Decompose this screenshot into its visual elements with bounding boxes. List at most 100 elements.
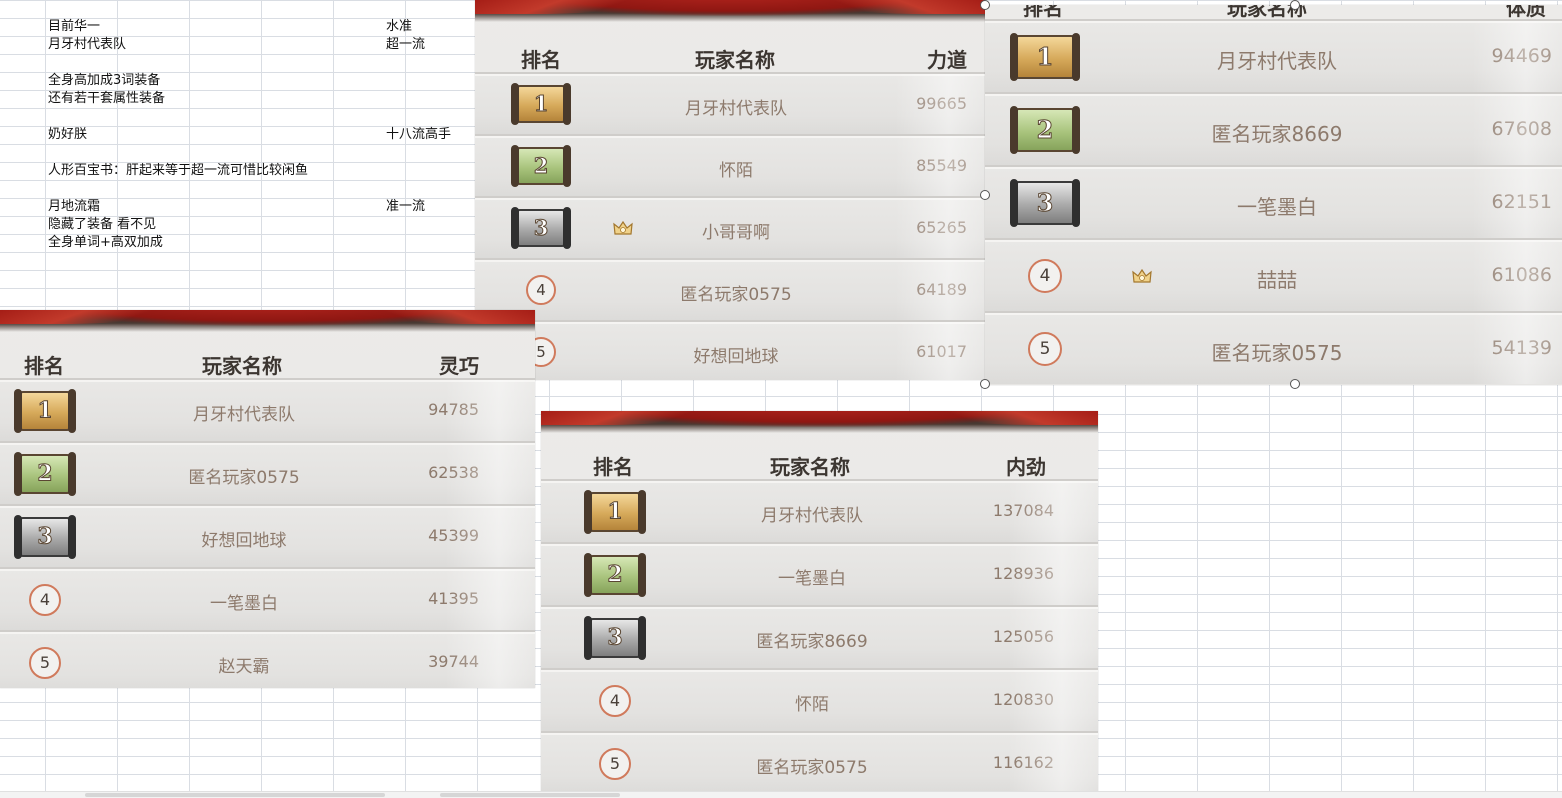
strength-leaderboard: 排名 玩家名称 力道 1 月牙村代表队 99665 2 怀陌 85549 3 小哥哥啊 6526…: [475, 0, 985, 380]
leaderboard-row[interactable]: 3 一笔墨白 62151: [985, 165, 1562, 238]
stat-value: 62538: [428, 463, 479, 483]
sheet-cell[interactable]: 全身高加成3词装备: [48, 72, 160, 90]
agility-leaderboard: 排名 玩家名称 灵巧 1 月牙村代表队 94785 2 匿名玩家0575 62538 3 好想…: [0, 310, 535, 688]
rank-ring-icon: 4: [526, 275, 556, 305]
rank-scroll-icon: 1: [511, 83, 571, 125]
player-name: 匿名玩家0575: [756, 758, 868, 779]
player-name: 好想回地球: [693, 346, 779, 367]
leaderboard-row[interactable]: 5 匿名玩家0575 116162: [541, 731, 1098, 792]
leaderboard-row[interactable]: 5 好想回地球 61017: [475, 320, 985, 380]
rank-scroll-icon: 3: [584, 615, 646, 660]
player-name: 喆喆: [1257, 267, 1297, 292]
leaderboard-row[interactable]: 2 怀陌 85549: [475, 134, 985, 196]
leaderboard-row[interactable]: 4 匿名玩家0575 64189: [475, 258, 985, 320]
stat-value: 128936: [992, 564, 1054, 584]
stat-value: 116162: [992, 753, 1054, 773]
leaderboard-row[interactable]: 2 匿名玩家8669 67608: [985, 92, 1562, 165]
header-rank: 排名: [593, 455, 633, 479]
sheet-cell[interactable]: 水准: [386, 18, 412, 36]
player-name: 月牙村代表队: [1217, 48, 1337, 73]
stat-value: 45399: [428, 526, 479, 546]
stat-value: 61017: [916, 341, 967, 361]
sheet-cell[interactable]: 准一流: [386, 198, 425, 216]
player-name: 一笔墨白: [210, 594, 278, 615]
leaderboard-row[interactable]: 5 赵天霸 39744: [0, 630, 535, 688]
leaderboard-row[interactable]: 1 月牙村代表队 99665: [475, 72, 985, 134]
sheet-cell[interactable]: 月牙村代表队: [48, 36, 126, 54]
crown-icon: [613, 220, 633, 235]
sheet-cell[interactable]: 全身单词+高双加成: [48, 234, 163, 252]
header-player-name: 玩家名称: [770, 455, 850, 479]
header-player-name: 玩家名称: [695, 48, 775, 72]
stat-value: 65265: [916, 217, 967, 237]
stat-value: 62151: [1491, 190, 1552, 213]
sheet-cell[interactable]: 超一流: [386, 36, 425, 54]
sheet-cell[interactable]: 人形百宝书：肝起来等于超一流可惜比较闲鱼: [48, 162, 308, 180]
rank-scroll-icon: 2: [1010, 105, 1080, 154]
selection-handle[interactable]: [980, 0, 990, 10]
player-name: 怀陌: [795, 695, 829, 716]
leaderboard-row[interactable]: 1 月牙村代表队 94469: [985, 19, 1562, 92]
leaderboard-row[interactable]: 3 匿名玩家8669 125056: [541, 605, 1098, 668]
rank-ring-icon: 4: [599, 684, 631, 717]
leaderboard-row[interactable]: 3 小哥哥啊 65265: [475, 196, 985, 258]
sheet-cell[interactable]: 十八流高手: [386, 126, 451, 144]
header-stat: 力道: [927, 48, 967, 72]
header-stat: 内劲: [1006, 455, 1046, 479]
selection-handle[interactable]: [980, 190, 990, 200]
header-rank: 排名: [24, 354, 64, 378]
stat-value: 39744: [428, 652, 479, 672]
rank-ring-icon: 4: [29, 583, 61, 616]
sheet-cell[interactable]: 还有若干套属性装备: [48, 90, 165, 108]
sheet-cell[interactable]: 目前华一: [48, 18, 100, 36]
rank-scroll-icon: 2: [511, 145, 571, 187]
player-name: 月牙村代表队: [685, 98, 787, 119]
rank-scroll-icon: 2: [14, 451, 76, 496]
player-name: 匿名玩家8669: [756, 632, 868, 653]
rank-scroll-icon: 3: [1010, 178, 1080, 227]
leaderboard-row[interactable]: 4 一笔墨白 41395: [0, 567, 535, 630]
scrollbar-thumb[interactable]: [440, 793, 620, 797]
player-name: 月牙村代表队: [193, 405, 295, 426]
sheet-cell[interactable]: 月地流霜: [48, 198, 100, 216]
leaderboard-row[interactable]: 4 喆喆 61086: [985, 238, 1562, 311]
player-name: 小哥哥啊: [702, 222, 770, 243]
leaderboard-row[interactable]: 1 月牙村代表队 137084: [541, 479, 1098, 542]
player-name: 一笔墨白: [1237, 194, 1317, 219]
stat-value: 64189: [916, 279, 967, 299]
stat-value: 99665: [916, 93, 967, 113]
player-name: 匿名玩家0575: [1211, 340, 1343, 365]
selection-handle[interactable]: [1290, 379, 1300, 389]
leaderboard-row[interactable]: 1 月牙村代表队 94785: [0, 378, 535, 441]
stat-value: 125056: [992, 627, 1054, 647]
inner-strength-leaderboard: 排名 玩家名称 内劲 1 月牙村代表队 137084 2 一笔墨白 128936 3 匿名玩家…: [541, 411, 1098, 792]
header-rank: 排名: [521, 48, 561, 72]
stat-value: 120830: [992, 690, 1054, 710]
sheet-cell[interactable]: 奶好朕: [48, 126, 87, 144]
rank-scroll-icon: 2: [584, 552, 646, 597]
leaderboard-row[interactable]: 2 匿名玩家0575 62538: [0, 441, 535, 504]
header-stat: 灵巧: [439, 354, 479, 378]
horizontal-scrollbar[interactable]: [0, 791, 1562, 798]
banner-ribbon: [475, 0, 985, 22]
stat-value: 67608: [1491, 117, 1552, 140]
rank-ring-icon: 4: [1028, 258, 1062, 293]
selection-handle[interactable]: [1290, 0, 1300, 10]
leaderboard-row[interactable]: 3 好想回地球 45399: [0, 504, 535, 567]
stat-value: 137084: [992, 501, 1054, 521]
stat-value: 41395: [428, 589, 479, 609]
sheet-cell[interactable]: 隐藏了装备 看不见: [48, 216, 156, 234]
leaderboard-row[interactable]: 2 一笔墨白 128936: [541, 542, 1098, 605]
rank-scroll-icon: 1: [584, 489, 646, 534]
selection-handle[interactable]: [980, 379, 990, 389]
leaderboard-row[interactable]: 5 匿名玩家0575 54139: [985, 311, 1562, 384]
player-name: 匿名玩家0575: [680, 284, 792, 305]
stat-value: 85549: [916, 155, 967, 175]
rank-ring-icon: 5: [29, 646, 61, 679]
banner-ribbon: [0, 310, 535, 332]
body-leaderboard: 排名 玩家名称 体质 1 月牙村代表队 94469 2 匿名玩家8669 67608 3 一笔…: [985, 5, 1562, 385]
player-name: 赵天霸: [218, 657, 270, 678]
rank-ring-icon: 5: [599, 747, 631, 780]
scrollbar-thumb[interactable]: [85, 793, 385, 797]
leaderboard-row[interactable]: 4 怀陌 120830: [541, 668, 1098, 731]
